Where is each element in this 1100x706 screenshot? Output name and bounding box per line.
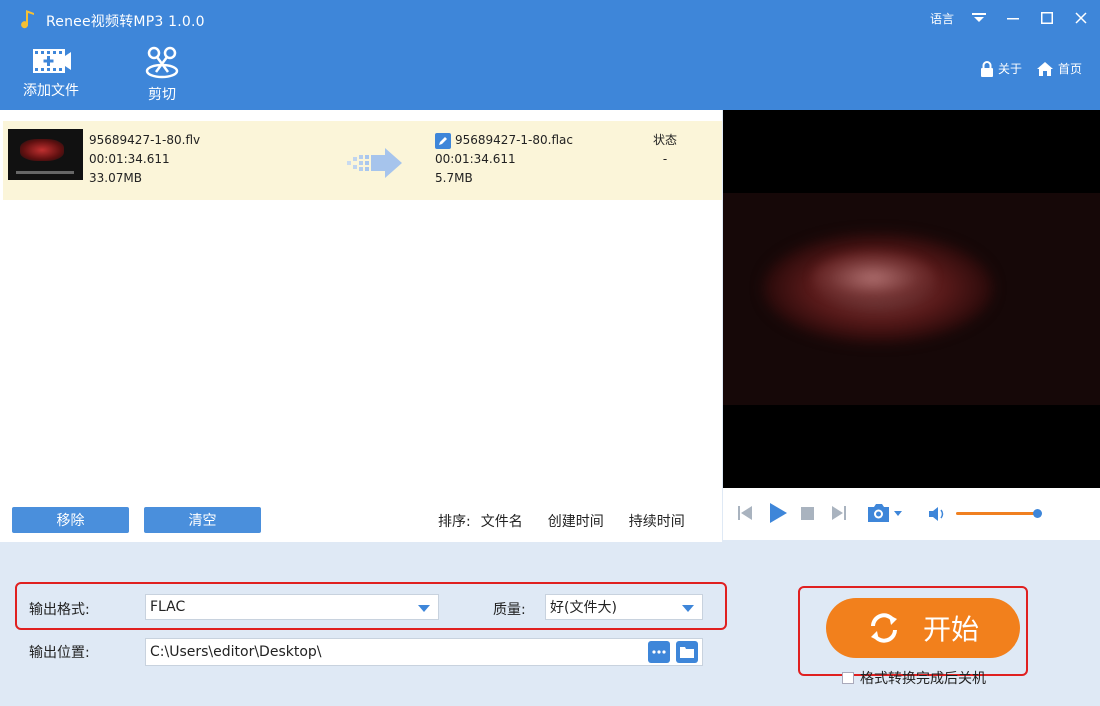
previous-icon[interactable] — [737, 504, 753, 522]
film-add-icon — [33, 49, 71, 73]
cut-label: 剪切 — [148, 87, 176, 103]
sort-by-created[interactable]: 创建时间 — [548, 511, 604, 531]
volume-slider[interactable] — [956, 512, 1036, 515]
status-value: - — [662, 152, 668, 166]
quality-label: 质量: — [493, 602, 526, 618]
about-label: 关于 — [997, 62, 1022, 76]
status-header: 状态 — [652, 133, 677, 147]
player-controls — [723, 488, 1100, 540]
output-size: 5.7MB — [435, 171, 473, 185]
start-label: 开始 — [922, 613, 979, 646]
file-list: 95689427-1-80.flv 00:01:34.611 33.07MB 9… — [0, 110, 722, 542]
cut-button[interactable]: 剪切 — [140, 46, 184, 104]
source-file-name: 95689427-1-80.flv — [89, 133, 201, 147]
output-file-info: 95689427-1-80.flac 00:01:34.611 5.7MB — [435, 131, 573, 188]
source-size: 33.07MB — [89, 171, 142, 185]
shutdown-option[interactable]: 格式转换完成后关机 — [842, 668, 986, 688]
source-file-info: 95689427-1-80.flv 00:01:34.611 33.07MB — [89, 131, 200, 188]
sort-bar: 排序: 文件名 创建时间 持续时间 — [438, 511, 710, 531]
home-link[interactable]: 首页 — [1036, 60, 1082, 77]
start-button[interactable]: 开始 — [826, 598, 1020, 658]
dropdown-icon[interactable] — [964, 3, 994, 33]
minimize-icon[interactable] — [998, 3, 1028, 33]
preview-frame — [723, 193, 1100, 405]
window-controls: 语言 — [930, 0, 1100, 36]
browse-more-button[interactable] — [648, 641, 670, 663]
stop-icon[interactable] — [801, 507, 814, 520]
play-icon[interactable] — [767, 502, 789, 524]
file-row[interactable]: 95689427-1-80.flv 00:01:34.611 33.07MB 9… — [3, 121, 722, 200]
source-duration: 00:01:34.611 — [89, 152, 170, 166]
scissors-icon — [145, 46, 179, 79]
about-link[interactable]: 关于 — [980, 60, 1022, 77]
format-select[interactable]: FLAC — [145, 594, 439, 620]
convert-arrow-icon — [347, 148, 402, 178]
next-icon[interactable] — [831, 504, 847, 522]
language-menu[interactable]: 语言 — [930, 10, 954, 27]
lock-icon — [980, 60, 993, 77]
chevron-down-icon — [418, 605, 430, 612]
refresh-icon — [870, 613, 897, 643]
output-path-field[interactable]: C:\Users\editor\Desktop\ — [145, 638, 703, 666]
app-title: Renee视频转MP3 1.0.0 — [46, 14, 205, 30]
maximize-icon[interactable] — [1032, 3, 1062, 33]
close-icon[interactable] — [1066, 3, 1096, 33]
output-file-name: 95689427-1-80.flac — [455, 133, 573, 147]
video-thumbnail — [8, 129, 83, 180]
home-label: 首页 — [1057, 62, 1082, 76]
add-file-button[interactable]: 添加文件 — [20, 46, 82, 100]
format-value: FLAC — [150, 599, 186, 615]
top-right-links: 关于 首页 — [966, 60, 1082, 77]
sort-by-name[interactable]: 文件名 — [481, 511, 523, 531]
quality-select[interactable]: 好(文件大) — [545, 594, 703, 620]
add-file-label: 添加文件 — [23, 83, 79, 99]
shutdown-checkbox[interactable] — [842, 672, 854, 684]
clear-button[interactable]: 清空 — [144, 507, 261, 533]
sort-by-duration[interactable]: 持续时间 — [629, 511, 685, 531]
output-settings: 输出格式: FLAC 质量: 好(文件大) 输出位置: C:\Users\edi… — [0, 542, 1100, 706]
edit-icon[interactable] — [435, 132, 451, 149]
title-toolbar-area: Renee视频转MP3 1.0.0 语言 添加文件 剪切 关于 首页 — [0, 0, 1100, 110]
output-path-value: C:\Users\editor\Desktop\ — [150, 644, 322, 660]
open-folder-button[interactable] — [676, 641, 698, 663]
video-preview — [723, 110, 1100, 488]
shutdown-label: 格式转换完成后关机 — [860, 671, 986, 687]
quality-value: 好(文件大) — [550, 600, 617, 616]
volume-knob[interactable] — [1033, 509, 1042, 518]
volume-icon[interactable] — [928, 506, 946, 522]
location-label: 输出位置: — [29, 645, 90, 661]
ellipsis-icon — [652, 650, 666, 654]
music-note-logo-icon — [21, 10, 34, 29]
status-column: 状态 - — [643, 131, 687, 169]
output-duration: 00:01:34.611 — [435, 152, 516, 166]
camera-icon[interactable] — [866, 502, 904, 524]
format-label: 输出格式: — [29, 602, 90, 618]
remove-button[interactable]: 移除 — [12, 507, 129, 533]
folder-icon — [680, 647, 694, 658]
sort-label: 排序: — [438, 514, 471, 530]
home-icon — [1036, 61, 1053, 76]
chevron-down-icon — [682, 605, 694, 612]
